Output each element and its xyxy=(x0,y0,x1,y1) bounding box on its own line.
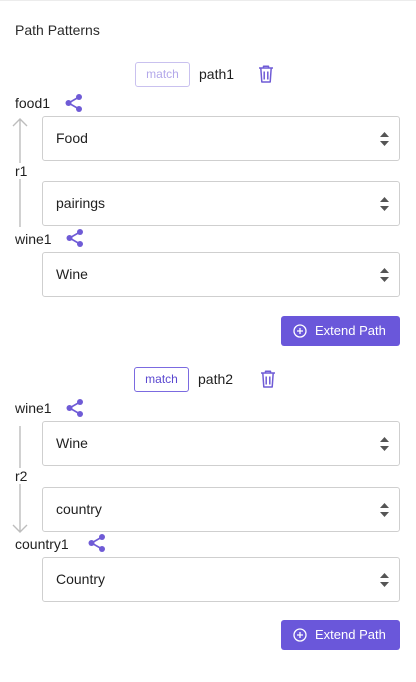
source-node-type-select[interactable]: Food xyxy=(42,116,400,161)
extend-path-button[interactable]: Extend Path xyxy=(281,620,400,650)
sort-caret-icon xyxy=(380,268,389,282)
sort-caret-icon xyxy=(380,197,389,211)
relation-type-select[interactable]: pairings xyxy=(42,181,400,226)
path-name: path1 xyxy=(199,66,235,82)
sort-caret-icon xyxy=(380,437,389,451)
extend-path-label: Extend Path xyxy=(315,323,386,338)
select-value: Wine xyxy=(56,435,88,451)
source-node-label: wine1 xyxy=(15,400,52,416)
match-toggle-button[interactable]: match xyxy=(134,367,189,392)
sort-caret-icon xyxy=(380,573,389,587)
select-value: country xyxy=(56,501,102,517)
relation-label: r2 xyxy=(15,468,28,484)
top-divider xyxy=(0,0,416,1)
trash-icon[interactable] xyxy=(257,64,275,84)
select-value: pairings xyxy=(56,195,106,211)
plus-circle-icon xyxy=(293,324,307,338)
share-icon[interactable] xyxy=(64,93,84,113)
source-node-label: food1 xyxy=(15,95,51,111)
panel-title: Path Patterns xyxy=(15,22,100,38)
extend-path-label: Extend Path xyxy=(315,627,386,642)
match-toggle-button[interactable]: match xyxy=(135,62,190,87)
target-node-type-select[interactable]: Country xyxy=(42,557,400,602)
select-value: Country xyxy=(56,571,106,587)
path-name: path2 xyxy=(198,371,234,387)
relation-type-select[interactable]: country xyxy=(42,487,400,532)
share-icon[interactable] xyxy=(65,398,85,418)
select-value: Wine xyxy=(56,266,88,282)
plus-circle-icon xyxy=(293,628,307,642)
sort-caret-icon xyxy=(380,132,389,146)
target-node-label: country1 xyxy=(15,536,69,552)
target-node-type-select[interactable]: Wine xyxy=(42,252,400,297)
source-node-type-select[interactable]: Wine xyxy=(42,421,400,466)
trash-icon[interactable] xyxy=(259,369,277,389)
pattern-header: match path2 xyxy=(0,367,416,393)
extend-path-button[interactable]: Extend Path xyxy=(281,316,400,346)
pattern-header: match path1 xyxy=(0,62,416,88)
share-icon[interactable] xyxy=(87,533,107,553)
select-value: Food xyxy=(56,130,88,146)
relation-label: r1 xyxy=(15,163,28,179)
share-icon[interactable] xyxy=(65,228,85,248)
target-node-label: wine1 xyxy=(15,231,52,247)
sort-caret-icon xyxy=(380,503,389,517)
